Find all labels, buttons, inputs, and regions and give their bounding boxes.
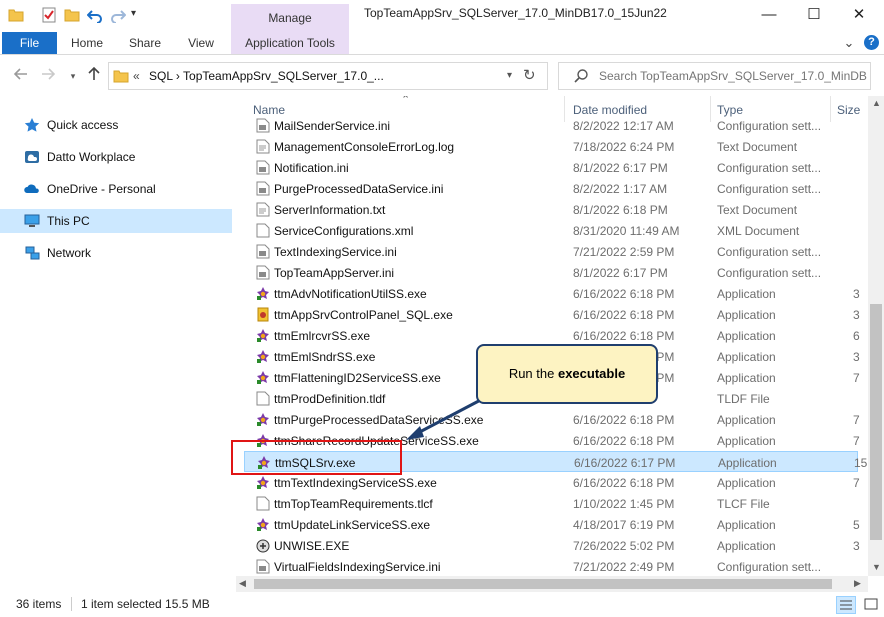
callout-arrow <box>406 392 493 440</box>
callout: Run the executable <box>476 344 658 404</box>
callout-emphasis: executable <box>557 366 626 381</box>
callout-text: Run the executable <box>508 366 626 381</box>
